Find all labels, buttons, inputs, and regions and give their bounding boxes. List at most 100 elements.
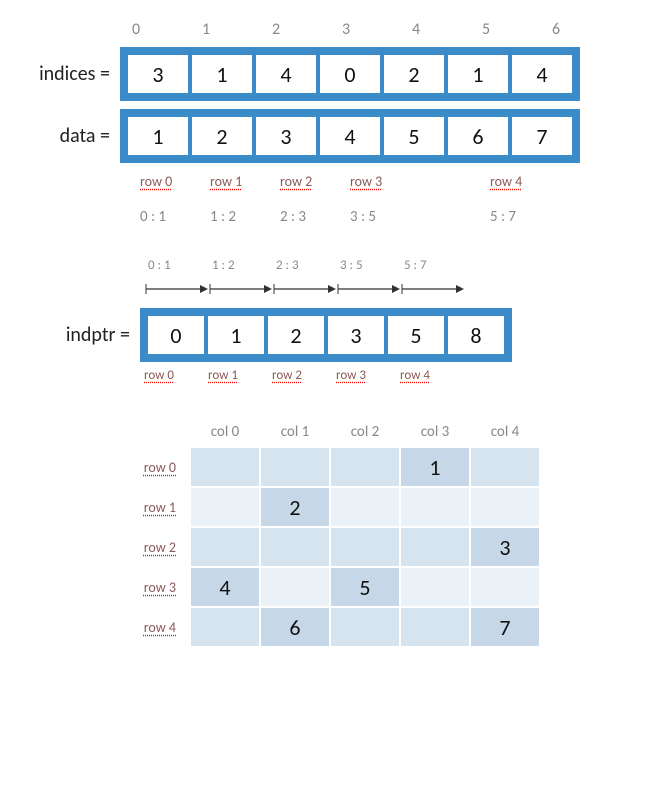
row-segment-label: row 2 — [280, 173, 350, 190]
arrow-slice-label: 0 : 1 — [148, 258, 171, 273]
arrow-icon — [400, 282, 464, 296]
arrow-segment: 0 : 1 — [144, 276, 208, 302]
matrix-col-header: col 2 — [330, 423, 400, 447]
arrow-segment: 5 : 7 — [400, 276, 464, 302]
indptr-row-label: row 4 — [400, 368, 464, 383]
indptr-cell: 3 — [328, 316, 384, 354]
matrix-cell — [260, 447, 330, 487]
row-segment-label: row 0 — [140, 173, 210, 190]
matrix-row-header: row 1 — [110, 487, 190, 527]
indptr-cell: 8 — [448, 316, 504, 354]
col-index: 0 — [130, 20, 200, 39]
matrix-cell — [330, 527, 400, 567]
slice-label: 5 : 7 — [490, 208, 630, 226]
indices-array-row: indices = 3 1 4 0 2 1 4 — [10, 47, 656, 101]
matrix-cell — [260, 527, 330, 567]
matrix-row: row 2 3 — [110, 527, 656, 567]
indices-cell: 2 — [384, 55, 444, 93]
col-index: 6 — [550, 20, 620, 39]
matrix-cell — [330, 607, 400, 647]
indptr-cell: 1 — [208, 316, 264, 354]
matrix-cell: 2 — [260, 487, 330, 527]
indices-array: 3 1 4 0 2 1 4 — [120, 47, 580, 101]
indices-cell: 3 — [128, 55, 188, 93]
matrix-cell — [330, 447, 400, 487]
matrix-cell — [400, 487, 470, 527]
indptr-row-label: row 2 — [272, 368, 336, 383]
matrix-col-headers: col 0 col 1 col 2 col 3 col 4 — [190, 423, 656, 447]
matrix-cell: 4 — [190, 567, 260, 607]
dense-matrix: col 0 col 1 col 2 col 3 col 4 row 0 1 ro… — [110, 423, 656, 647]
matrix-cell: 1 — [400, 447, 470, 487]
arrow-segment: 1 : 2 — [208, 276, 272, 302]
indptr-array-row: indptr = 0 1 2 3 5 8 — [10, 308, 656, 362]
arrow-slice-label: 5 : 7 — [404, 258, 427, 273]
data-cell: 3 — [256, 117, 316, 155]
matrix-cell: 5 — [330, 567, 400, 607]
indptr-label: indptr = — [10, 323, 140, 347]
matrix-cell — [400, 567, 470, 607]
matrix-cell: 7 — [470, 607, 540, 647]
matrix-col-header: col 0 — [190, 423, 260, 447]
slice-label: 0 : 1 — [140, 208, 210, 226]
indices-cell: 1 — [192, 55, 252, 93]
arrow-slice-label: 3 : 5 — [340, 258, 363, 273]
col-index: 4 — [410, 20, 480, 39]
data-cell: 4 — [320, 117, 380, 155]
data-cell: 2 — [192, 117, 252, 155]
matrix-cell — [330, 487, 400, 527]
matrix-cell: 3 — [470, 527, 540, 567]
matrix-col-header: col 3 — [400, 423, 470, 447]
row-segment-labels: row 0 row 1 row 2 row 3 row 4 — [140, 173, 656, 190]
data-array: 1 2 3 4 5 6 7 — [120, 109, 580, 163]
arrow-icon — [272, 282, 336, 296]
matrix-row: row 3 4 5 — [110, 567, 656, 607]
row-segment-label: row 3 — [350, 173, 490, 190]
indptr-array: 0 1 2 3 5 8 — [140, 308, 512, 362]
matrix-cell: 6 — [260, 607, 330, 647]
matrix-cell — [190, 527, 260, 567]
matrix-cell — [400, 527, 470, 567]
slice-label: 2 : 3 — [280, 208, 350, 226]
col-index: 3 — [340, 20, 410, 39]
arrow-slice-label: 1 : 2 — [212, 258, 235, 273]
slice-labels: 0 : 1 1 : 2 2 : 3 3 : 5 5 : 7 — [140, 208, 656, 226]
data-array-row: data = 1 2 3 4 5 6 7 — [10, 109, 656, 163]
matrix-cell — [190, 487, 260, 527]
indptr-arrows: 0 : 1 1 : 2 2 : 3 3 : 5 5 : 7 — [144, 276, 656, 302]
data-cell: 1 — [128, 117, 188, 155]
data-cell: 7 — [512, 117, 572, 155]
indptr-row-label: row 1 — [208, 368, 272, 383]
arrow-icon — [336, 282, 400, 296]
col-index: 2 — [270, 20, 340, 39]
indptr-cell: 0 — [148, 316, 204, 354]
slice-label: 1 : 2 — [210, 208, 280, 226]
row-segment-label: row 4 — [490, 173, 630, 190]
csr-arrays-diagram: 0 1 2 3 4 5 6 indices = 3 1 4 0 2 1 4 da… — [10, 20, 656, 383]
row-segment-label: row 1 — [210, 173, 280, 190]
slice-label: 3 : 5 — [350, 208, 490, 226]
arrow-icon — [208, 282, 272, 296]
matrix-row-header: row 2 — [110, 527, 190, 567]
matrix-cell — [190, 607, 260, 647]
matrix-cell — [470, 487, 540, 527]
matrix-row: row 1 2 — [110, 487, 656, 527]
indices-cell: 1 — [448, 55, 508, 93]
indptr-row-label: row 3 — [336, 368, 400, 383]
data-cell: 5 — [384, 117, 444, 155]
arrow-slice-label: 2 : 3 — [276, 258, 299, 273]
indptr-cell: 5 — [388, 316, 444, 354]
matrix-row-header: row 0 — [110, 447, 190, 487]
matrix-cell — [400, 607, 470, 647]
matrix-cell — [470, 447, 540, 487]
matrix-cell — [260, 567, 330, 607]
arrow-segment: 2 : 3 — [272, 276, 336, 302]
matrix-row-header: row 4 — [110, 607, 190, 647]
col-index: 1 — [200, 20, 270, 39]
indices-label: indices = — [10, 62, 120, 86]
col-index: 5 — [480, 20, 550, 39]
matrix-col-header: col 4 — [470, 423, 540, 447]
matrix-col-header: col 1 — [260, 423, 330, 447]
indices-cell: 4 — [512, 55, 572, 93]
top-column-indices: 0 1 2 3 4 5 6 — [130, 20, 656, 39]
